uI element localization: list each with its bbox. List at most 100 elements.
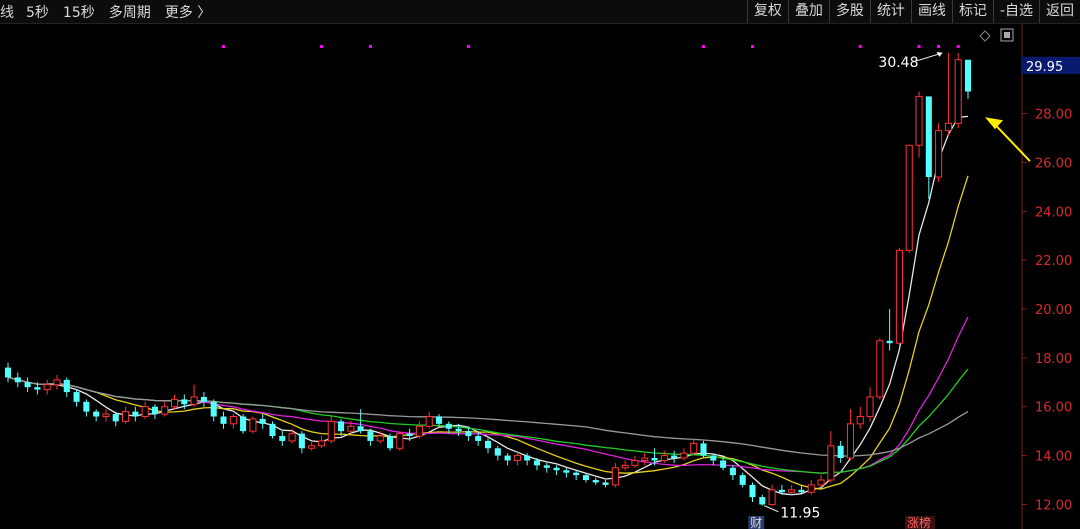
candle-body — [954, 59, 962, 124]
ma30-line — [7, 368, 969, 474]
candle-body — [876, 340, 884, 398]
candle — [729, 465, 736, 481]
signal-dot — [702, 45, 706, 48]
candle-body — [798, 489, 805, 493]
mark-button[interactable]: 标记 — [951, 0, 993, 23]
candle-body — [298, 433, 305, 449]
candle-body — [338, 421, 345, 432]
candle — [317, 436, 326, 449]
candle-body — [494, 448, 501, 456]
candle — [122, 406, 130, 424]
candle-body — [573, 472, 580, 476]
candle-body — [807, 484, 815, 493]
candle — [367, 428, 374, 446]
candle — [151, 404, 158, 419]
candle — [543, 462, 550, 473]
signal-dot — [466, 45, 470, 48]
candle-body — [866, 396, 874, 417]
candle-body — [582, 475, 589, 481]
low-price-label: 11.95 — [780, 506, 820, 522]
candle-body — [905, 144, 913, 251]
candle-body — [181, 399, 188, 405]
candle-body — [455, 428, 462, 432]
candle — [259, 414, 266, 429]
more-button[interactable]: 更多 〉 — [165, 2, 211, 22]
candle-body — [592, 480, 599, 483]
overlay-button[interactable]: 叠加 — [787, 0, 829, 23]
candle-body — [43, 384, 51, 391]
tab-multi-period[interactable]: 多周期 — [109, 2, 151, 22]
candle-body — [259, 418, 266, 424]
candle — [641, 453, 649, 466]
finance-badge-label: 财 — [750, 516, 762, 529]
tab-period-5s[interactable]: 5秒 — [26, 2, 49, 22]
candle-body — [749, 484, 756, 498]
candle-body — [132, 411, 139, 417]
candle-body — [347, 425, 355, 432]
candle — [269, 421, 276, 439]
candle-body — [435, 416, 443, 424]
y-tick-label: 14.00 — [1035, 450, 1072, 465]
y-tick-label: 20.00 — [1035, 303, 1072, 318]
signal-dot — [917, 45, 921, 48]
candle-body — [513, 455, 521, 461]
candle — [504, 453, 511, 466]
candle — [396, 431, 404, 451]
y-tick-label: 16.00 — [1035, 401, 1072, 416]
candle — [788, 484, 796, 495]
candle-body — [122, 411, 130, 422]
candle-body — [102, 413, 110, 417]
candle-body — [93, 411, 100, 417]
candle-body — [367, 431, 374, 441]
candle — [425, 411, 433, 429]
candle-body — [827, 445, 835, 481]
candle-body — [739, 475, 746, 485]
multi-stock-button[interactable]: 多股 — [828, 0, 870, 23]
candle-body — [406, 433, 413, 437]
signal-dot — [858, 45, 862, 48]
candle — [161, 401, 169, 417]
candle-body — [660, 455, 668, 461]
window-toggle-icon-inner — [1004, 32, 1010, 38]
candle — [240, 414, 247, 434]
diamond-icon — [979, 30, 991, 42]
candle-body — [465, 431, 472, 437]
candle-body — [915, 95, 923, 146]
candle-body — [200, 396, 207, 402]
draw-line-button[interactable]: 画线 — [910, 0, 952, 23]
candle — [700, 440, 707, 459]
candle-body — [563, 470, 570, 473]
candle-body — [768, 489, 776, 505]
statistics-button[interactable]: 统计 — [869, 0, 911, 23]
limit-up-badge-label: 涨榜 — [907, 515, 931, 529]
candlestick-chart[interactable]: 30.0028.0026.0024.0022.0020.0018.0016.00… — [0, 24, 1080, 529]
candle — [602, 480, 609, 488]
back-button[interactable]: 返回 — [1039, 0, 1080, 23]
adjust-button[interactable]: 复权 — [746, 0, 788, 23]
candle — [484, 438, 492, 454]
remove-watchlist-button[interactable]: -自选 — [992, 0, 1039, 23]
candle-body — [269, 423, 276, 437]
candle-body — [376, 435, 384, 442]
signal-dot — [750, 45, 754, 48]
candle — [73, 389, 80, 407]
candle-body — [83, 401, 90, 412]
candle — [876, 338, 884, 400]
candle — [553, 465, 560, 476]
candle — [621, 460, 629, 471]
candle-body — [504, 455, 511, 461]
candle — [63, 377, 70, 397]
tab-period-0[interactable]: 线 — [0, 2, 14, 22]
candle-body — [445, 423, 452, 429]
candle — [43, 379, 51, 395]
candle-body — [308, 445, 316, 449]
candle — [905, 144, 913, 253]
candle — [357, 409, 364, 434]
low-arrow — [764, 505, 779, 513]
toolbar-actions: 复权 叠加 多股 统计 画线 标记 -自选 返回 — [746, 0, 1080, 23]
tab-period-15s[interactable]: 15秒 — [63, 2, 95, 22]
candle — [249, 416, 257, 434]
candle — [895, 247, 903, 346]
toolbar: 线 5秒 15秒 多周期 更多 〉 复权 叠加 多股 统计 画线 标记 -自选 … — [0, 0, 1080, 24]
candle-body — [710, 455, 717, 461]
